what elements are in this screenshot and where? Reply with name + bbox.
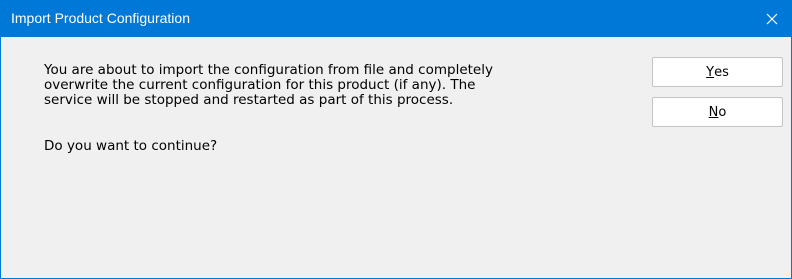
- window-title: Import Product Configuration: [11, 10, 190, 26]
- no-button-mnemonic: N: [708, 104, 719, 120]
- close-icon: [766, 13, 778, 25]
- import-configuration-dialog: Import Product Configuration You are abo…: [0, 0, 792, 279]
- no-button[interactable]: No: [652, 97, 783, 127]
- yes-button-mnemonic: Y: [706, 64, 715, 80]
- yes-button-label: es: [714, 64, 729, 80]
- message-line: You are about to import the configuratio…: [44, 62, 493, 78]
- confirm-question: Do you want to continue?: [44, 138, 218, 154]
- close-button[interactable]: [753, 1, 791, 37]
- message-text: You are about to import the configuratio…: [44, 63, 624, 108]
- yes-button[interactable]: Yes: [652, 57, 783, 87]
- message-line: overwrite the current configuration for …: [44, 77, 476, 93]
- no-button-label: o: [718, 104, 727, 120]
- message-line: service will be stopped and restarted as…: [44, 92, 454, 108]
- title-bar: Import Product Configuration: [1, 1, 791, 37]
